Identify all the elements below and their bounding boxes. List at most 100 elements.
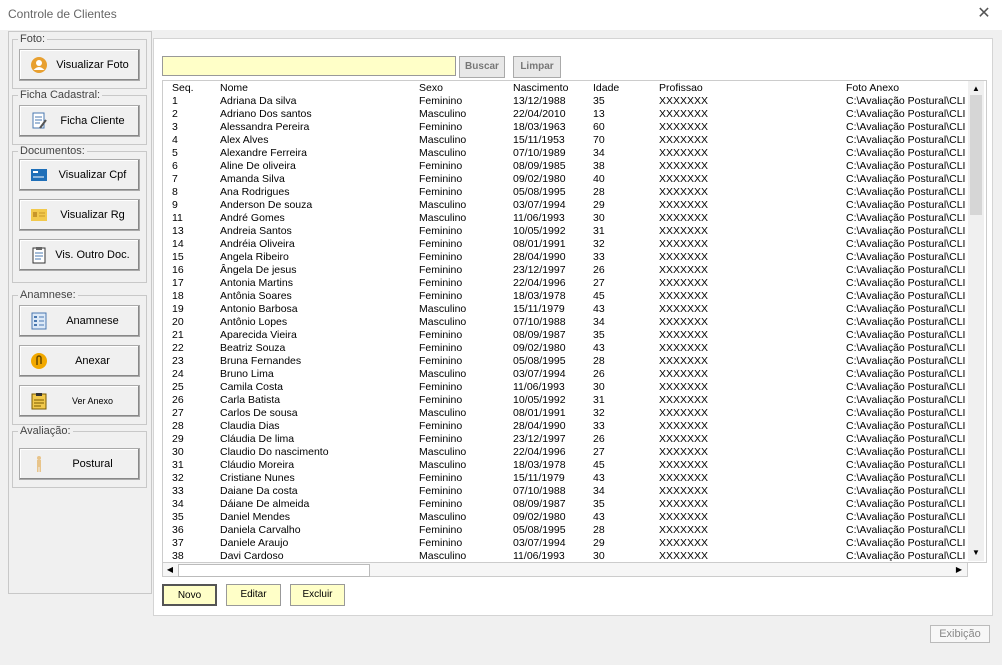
cell-idade: 34 — [593, 316, 605, 328]
cell-profissao: XXXXXXX — [659, 121, 709, 133]
table-row[interactable]: 27 Carlos De sousa Masculino 08/01/1991 32 XX… — [163, 407, 969, 420]
table-row[interactable]: 4 Alex Alves Masculino 15/11/1953 70 XXXXXXX C… — [163, 134, 969, 147]
cell-nome: Daiane Da costa — [220, 485, 298, 497]
ficha-cliente-button[interactable]: Ficha Cliente — [19, 105, 140, 137]
table-row[interactable]: 13 Andreia Santos Feminino 10/05/1992 31 XXXX… — [163, 225, 969, 238]
visualizar-cpf-button[interactable]: Visualizar Cpf — [19, 159, 140, 191]
vertical-scrollbar[interactable]: ▲ ▼ — [968, 81, 984, 561]
postural-button[interactable]: Postural — [19, 448, 140, 480]
foto-frame: Foto: Visualizar Foto — [12, 33, 147, 89]
cell-nascimento: 03/07/1994 — [513, 199, 566, 211]
cell-seq: 14 — [172, 238, 184, 250]
anexar-button[interactable]: Anexar — [19, 345, 140, 377]
close-icon[interactable]: ✕ — [972, 3, 996, 25]
cell-nascimento: 09/02/1980 — [513, 511, 566, 523]
cell-nome: Alexandre Ferreira — [220, 147, 307, 159]
editar-button[interactable]: Editar — [226, 584, 281, 606]
table-row[interactable]: 26 Carla Batista Feminino 10/05/1992 31 XXXXX… — [163, 394, 969, 407]
table-row[interactable]: 36 Daniela Carvalho Feminino 05/08/1995 28 XX… — [163, 524, 969, 537]
table-row[interactable]: 17 Antonia Martins Feminino 22/04/1996 27 XXX… — [163, 277, 969, 290]
limpar-button[interactable]: Limpar — [513, 56, 561, 78]
cell-idade: 33 — [593, 251, 605, 263]
cell-seq: 31 — [172, 459, 184, 471]
cell-sexo: Masculino — [419, 199, 467, 211]
cell-seq: 27 — [172, 407, 184, 419]
table-row[interactable]: 2 Adriano Dos santos Masculino 22/04/2010 13… — [163, 108, 969, 121]
table-row[interactable]: 25 Camila Costa Feminino 11/06/1993 30 XXXXXX… — [163, 381, 969, 394]
vertical-scroll-thumb[interactable] — [970, 95, 982, 215]
vis-outro-doc-button[interactable]: Vis. Outro Doc. — [19, 239, 140, 271]
table-row[interactable]: 37 Daniele Araujo Feminino 03/07/1994 29 XXXX… — [163, 537, 969, 550]
buscar-button[interactable]: Buscar — [459, 56, 505, 78]
table-row[interactable]: 33 Daiane Da costa Feminino 07/10/1988 34 XXX… — [163, 485, 969, 498]
table-row[interactable]: 3 Alessandra Pereira Feminino 18/03/1963 60 X… — [163, 121, 969, 134]
cell-foto-anexo: C:\Avaliação Postural\CLI — [846, 537, 966, 549]
table-row[interactable]: 28 Claudia Dias Feminino 28/04/1990 33 XXXXXX… — [163, 420, 969, 433]
cell-seq: 16 — [172, 264, 184, 276]
cell-seq: 20 — [172, 316, 184, 328]
table-row[interactable]: 8 Ana Rodrigues Feminino 05/08/1995 28 XXXXXX… — [163, 186, 969, 199]
cell-idade: 35 — [593, 95, 605, 107]
ver-anexo-button[interactable]: Ver Anexo — [19, 385, 140, 417]
novo-button[interactable]: Novo — [162, 584, 217, 606]
table-row[interactable]: 18 Antônia Soares Feminino 18/03/1978 45 XXXX… — [163, 290, 969, 303]
cell-nome: André Gomes — [220, 212, 285, 224]
cell-nascimento: 09/02/1980 — [513, 342, 566, 354]
cell-nascimento: 15/11/1953 — [513, 134, 565, 146]
table-row[interactable]: 24 Bruno Lima Masculino 03/07/1994 26 XXXXXXX… — [163, 368, 969, 381]
header-nascimento: Nascimento — [513, 82, 569, 94]
cell-seq: 8 — [172, 186, 178, 198]
table-row[interactable]: 30 Claudio Do nascimento Masculino 22/04/19… — [163, 446, 969, 459]
table-row[interactable]: 23 Bruna Fernandes Feminino 05/08/1995 28 XXX… — [163, 355, 969, 368]
cell-seq: 36 — [172, 524, 184, 536]
table-row[interactable]: 1 Adriana Da silva Feminino 13/12/1988 35 XXX… — [163, 95, 969, 108]
scroll-up-icon[interactable]: ▲ — [969, 83, 983, 95]
cell-nome: Anderson De souza — [220, 199, 313, 211]
cell-foto-anexo: C:\Avaliação Postural\CLI — [846, 121, 966, 133]
cell-seq: 15 — [172, 251, 184, 263]
table-row[interactable]: 6 Aline De oliveira Feminino 08/09/1985 38 XX… — [163, 160, 969, 173]
scroll-left-icon[interactable]: ◀ — [163, 564, 177, 576]
horizontal-scrollbar[interactable]: ◀ ▶ — [162, 562, 968, 577]
cell-idade: 40 — [593, 173, 605, 185]
ficha-label: Ficha Cadastral: — [18, 89, 103, 101]
excluir-button[interactable]: Excluir — [290, 584, 345, 606]
table-row[interactable]: 21 Aparecida Vieira Feminino 08/09/1987 35 XX… — [163, 329, 969, 342]
cell-idade: 30 — [593, 381, 605, 393]
table-row[interactable]: 7 Amanda Silva Feminino 09/02/1980 40 XXXXXXX… — [163, 173, 969, 186]
anamnese-button[interactable]: Anamnese — [19, 305, 140, 337]
cell-idade: 33 — [593, 420, 605, 432]
table-row[interactable]: 29 Cláudia De lima Feminino 23/12/1997 26 XXX… — [163, 433, 969, 446]
table-row[interactable]: 15 Angela Ribeiro Feminino 28/04/1990 33 XXXX… — [163, 251, 969, 264]
table-row[interactable]: 20 Antônio Lopes Masculino 07/10/1988 34 XXXX… — [163, 316, 969, 329]
cell-seq: 23 — [172, 355, 184, 367]
cell-profissao: XXXXXXX — [659, 290, 709, 302]
cell-idade: 35 — [593, 498, 605, 510]
scroll-right-icon[interactable]: ▶ — [952, 564, 966, 576]
cell-nome: Andreia Santos — [220, 225, 292, 237]
table-row[interactable]: 31 Cláudio Moreira Masculino 18/03/1978 45 XX… — [163, 459, 969, 472]
table-row[interactable]: 9 Anderson De souza Masculino 03/07/1994 29 X… — [163, 199, 969, 212]
table-row[interactable]: 14 Andréia Oliveira Feminino 08/01/1991 32 XX… — [163, 238, 969, 251]
table-row[interactable]: 32 Cristiane Nunes Feminino 15/11/1979 43 XXX… — [163, 472, 969, 485]
cell-profissao: XXXXXXX — [659, 329, 709, 341]
visualizar-rg-button[interactable]: Visualizar Rg — [19, 199, 140, 231]
cell-nascimento: 07/10/1988 — [513, 485, 566, 497]
table-row[interactable]: 19 Antonio Barbosa Masculino 15/11/1979 43 XX… — [163, 303, 969, 316]
cell-sexo: Feminino — [419, 95, 463, 107]
visualizar-foto-button[interactable]: Visualizar Foto — [19, 49, 140, 81]
horizontal-scroll-thumb[interactable] — [178, 564, 370, 577]
table-row[interactable]: 5 Alexandre Ferreira Masculino 07/10/1989 34… — [163, 147, 969, 160]
cell-idade: 29 — [593, 199, 605, 211]
table-row[interactable]: 16 Ângela De jesus Feminino 23/12/1997 26 XXX… — [163, 264, 969, 277]
table-row[interactable]: 22 Beatriz Souza Feminino 09/02/1980 43 XXXXX… — [163, 342, 969, 355]
cell-nome: Antonio Barbosa — [220, 303, 298, 315]
table-row[interactable]: 35 Daniel Mendes Masculino 09/02/1980 43 XXXX… — [163, 511, 969, 524]
search-input[interactable] — [162, 56, 456, 76]
cell-nome: Ângela De jesus — [220, 264, 297, 276]
scroll-down-icon[interactable]: ▼ — [969, 547, 983, 559]
cell-profissao: XXXXXXX — [659, 446, 709, 458]
table-row[interactable]: 34 Dáiane De almeida Feminino 08/09/1987 35 X… — [163, 498, 969, 511]
clients-table[interactable]: Seq. Nome Sexo Nascimento Idade Profissa… — [162, 80, 987, 563]
table-row[interactable]: 11 André Gomes Masculino 11/06/1993 30 XXXXXX… — [163, 212, 969, 225]
